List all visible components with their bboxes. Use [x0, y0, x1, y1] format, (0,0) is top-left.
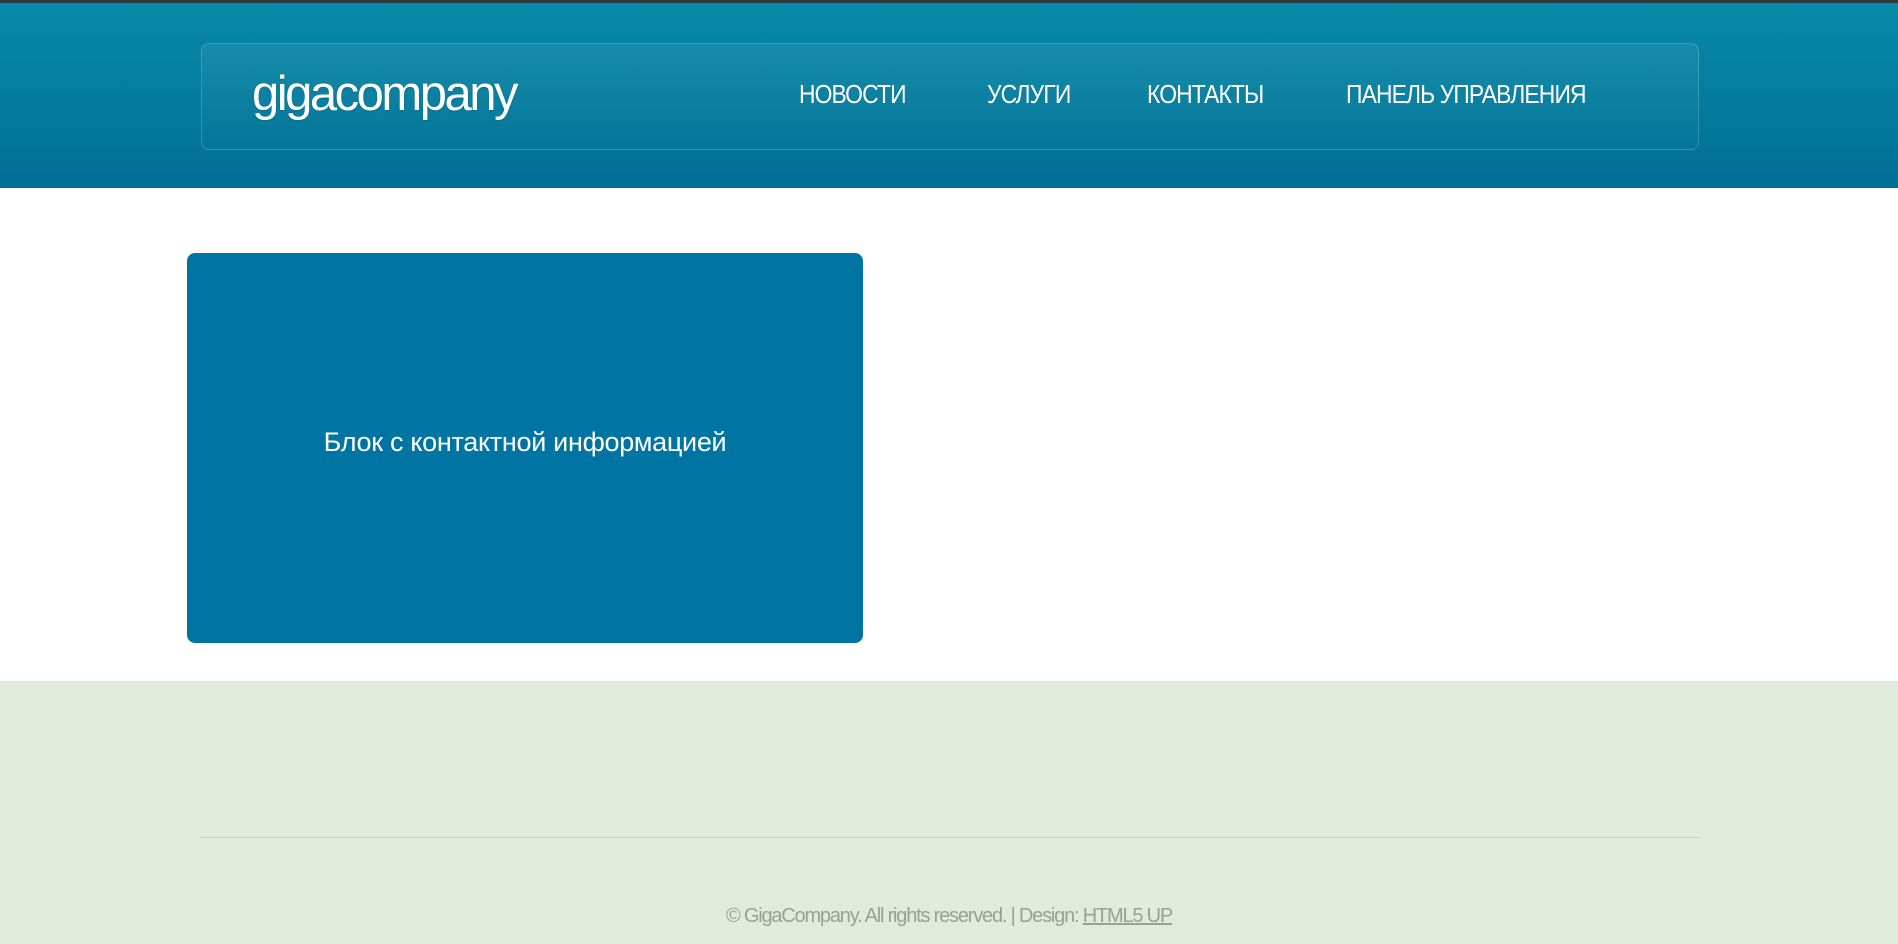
nav-item-control-panel[interactable]: ПАНЕЛЬ УПРАВЛЕНИЯ — [1346, 79, 1587, 109]
copyright-text: © GigaCompany. All rights reserved. | De… — [0, 904, 1898, 928]
site-header: gigacompany НОВОСТИ УСЛУГИ КОНТАКТЫ ПАНЕ… — [0, 0, 1898, 188]
contact-info-block: Блок с контактной информацией — [187, 253, 863, 643]
copyright-label: © GigaCompany. All rights reserved. | De… — [725, 905, 1083, 927]
nav-item-contacts[interactable]: КОНТАКТЫ — [1147, 79, 1264, 109]
nav-item-services[interactable]: УСЛУГИ — [987, 79, 1071, 109]
footer-divider — [200, 837, 1700, 838]
site-logo[interactable]: gigacompany — [252, 64, 518, 124]
contact-info-text: Блок с контактной информацией — [323, 426, 727, 457]
nav-item-news[interactable]: НОВОСТИ — [799, 79, 907, 109]
design-credit-link[interactable]: HTML5 UP — [1083, 905, 1174, 927]
nav-bar: gigacompany НОВОСТИ УСЛУГИ КОНТАКТЫ ПАНЕ… — [201, 43, 1699, 150]
site-footer: © GigaCompany. All rights reserved. | De… — [0, 681, 1898, 944]
main-nav: НОВОСТИ УСЛУГИ КОНТАКТЫ ПАНЕЛЬ УПРАВЛЕНИ… — [799, 79, 1618, 109]
